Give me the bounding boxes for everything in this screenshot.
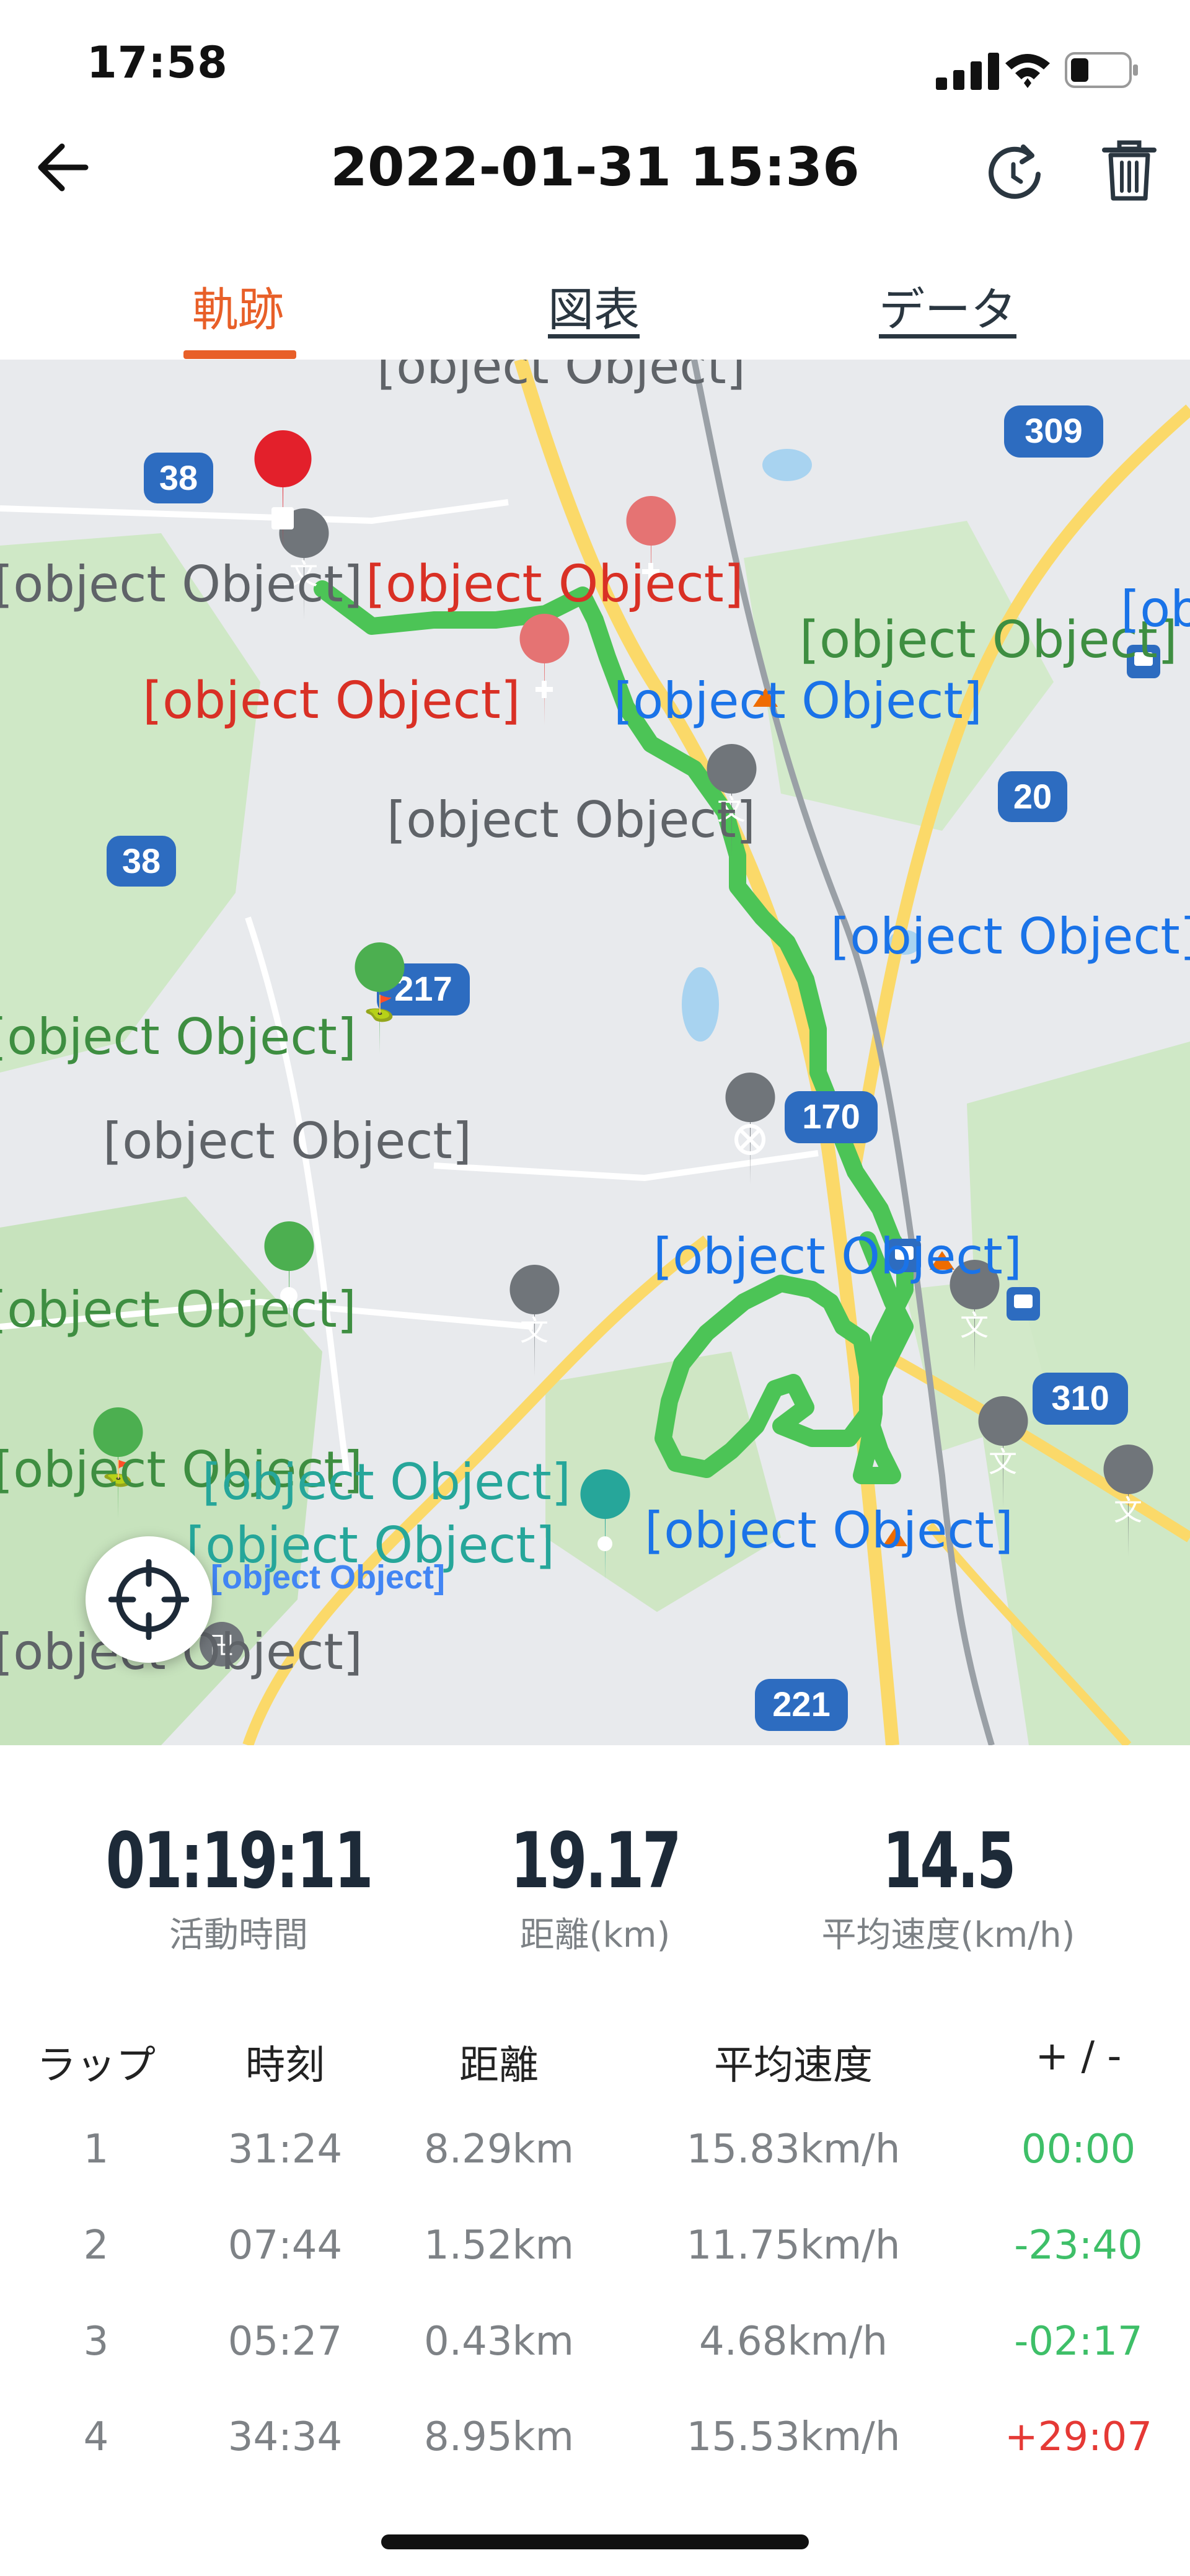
- map-label: [object Object]: [202, 1453, 571, 1511]
- tab-bar: 軌跡 図表 データ: [0, 260, 1190, 360]
- lap-diff: 00:00: [1021, 2127, 1136, 2172]
- locate-button[interactable]: [86, 1536, 212, 1663]
- route-shield: 221: [755, 1679, 848, 1731]
- route-map[interactable]: 38 309 20 38 217 170 310 221 文 文 文 文 文 文…: [0, 360, 1190, 1745]
- table-row: 2 07:44 1.52km 11.75km/h -23:40: [0, 2210, 1190, 2285]
- map-label: [object Object]: [211, 1559, 445, 1596]
- header-lap: ラップ: [37, 2043, 156, 2089]
- lap-time: 31:24: [227, 2127, 343, 2172]
- table-row: 4 34:34 8.95km 15.53km/h +29:07: [0, 2402, 1190, 2476]
- stat-value: 19.17: [510, 1817, 682, 1906]
- train-station-icon: [1007, 1287, 1040, 1321]
- map-label: [object Object]: [0, 1281, 356, 1339]
- map-label: [object Object]: [103, 1112, 472, 1170]
- map-label: [object Object]: [645, 1502, 1013, 1559]
- map-canvas: 38 309 20 38 217 170 310 221 文 文 文 文 文 文…: [0, 360, 1190, 1745]
- map-label: [object Object]: [387, 791, 756, 849]
- map-label: [object Object]: [614, 672, 982, 730]
- map-label: [object Object]: [831, 908, 1190, 965]
- svg-text:20: 20: [1013, 777, 1052, 816]
- stat-active-time: 01:19:11 活動時間: [40, 1817, 437, 1957]
- status-time: 17:58: [87, 37, 228, 88]
- svg-text:⛳: ⛳: [364, 994, 395, 1023]
- trash-icon[interactable]: [1098, 136, 1160, 205]
- svg-text:38: 38: [122, 841, 161, 880]
- map-label: [object Object]: [143, 671, 521, 730]
- stat-average-speed: 14.5 平均速度(km/h): [750, 1817, 1147, 1957]
- svg-text:221: 221: [772, 1684, 830, 1724]
- lap-distance: 8.29km: [424, 2127, 574, 2172]
- stat-label: 平均速度(km/h): [821, 1915, 1075, 1955]
- lap-distance: 8.95km: [424, 2414, 574, 2460]
- map-label: [object Object]: [653, 1228, 1022, 1285]
- lap-distance: 0.43km: [424, 2319, 574, 2365]
- lap-number: 1: [83, 2127, 109, 2172]
- svg-text:文: 文: [960, 1309, 989, 1342]
- map-label: [object Object]: [0, 1008, 356, 1066]
- lap-distance: 1.52km: [424, 2223, 574, 2268]
- header-time: 時刻: [245, 2043, 325, 2089]
- battery-icon: [1065, 52, 1138, 88]
- tab-track[interactable]: 軌跡: [192, 273, 284, 339]
- status-bar: 17:58: [0, 0, 1190, 118]
- home-indicator[interactable]: [381, 2534, 809, 2549]
- lap-diff: -23:40: [1014, 2223, 1143, 2268]
- route-shield: 309: [1004, 405, 1103, 458]
- table-row: 3 05:27 0.43km 4.68km/h -02:17: [0, 2306, 1190, 2381]
- lap-speed: 15.53km/h: [686, 2414, 901, 2460]
- route-shield: 38: [144, 453, 213, 503]
- map-label: [object Object]: [1121, 580, 1190, 638]
- stat-distance: 19.17 距離(km): [397, 1817, 793, 1957]
- route-shield: 170: [785, 1091, 878, 1143]
- header-diff: + / -: [1035, 2034, 1122, 2079]
- table-row: 1 31:24 8.29km 15.83km/h 00:00: [0, 2114, 1190, 2189]
- lap-diff: -02:17: [1014, 2319, 1143, 2365]
- lap-speed: 15.83km/h: [686, 2127, 901, 2172]
- route-shield: 310: [1033, 1373, 1128, 1425]
- svg-text:文: 文: [1114, 1494, 1142, 1527]
- lap-time: 07:44: [227, 2223, 343, 2268]
- lap-number: 3: [83, 2319, 109, 2365]
- svg-text:38: 38: [159, 458, 198, 497]
- tab-chart[interactable]: 図表: [548, 273, 640, 339]
- stat-value: 14.5: [882, 1817, 1016, 1906]
- route-shield: 38: [107, 836, 176, 887]
- header-speed: 平均速度: [714, 2043, 873, 2089]
- svg-text:文: 文: [989, 1445, 1017, 1479]
- lap-speed: 4.68km/h: [699, 2319, 888, 2365]
- header-distance: 距離: [459, 2043, 539, 2089]
- refresh-icon[interactable]: [982, 139, 1047, 205]
- lap-number: 2: [83, 2223, 109, 2268]
- lap-number: 4: [83, 2414, 109, 2460]
- route-shield: 20: [998, 771, 1067, 822]
- svg-text:310: 310: [1051, 1378, 1109, 1417]
- stat-label: 距離(km): [519, 1915, 671, 1955]
- cellular-signal-icon: [936, 53, 999, 90]
- active-tab-indicator: [183, 350, 296, 359]
- svg-text:309: 309: [1025, 411, 1082, 450]
- tab-data[interactable]: データ: [879, 273, 1016, 339]
- svg-text:170: 170: [802, 1097, 860, 1136]
- lap-speed: 11.75km/h: [686, 2223, 901, 2268]
- table-header: ラップ 時刻 距離 平均速度 + / -: [0, 2021, 1190, 2096]
- crosshair-icon: [108, 1559, 189, 1640]
- lap-time: 05:27: [227, 2319, 343, 2365]
- svg-text:文: 文: [520, 1314, 549, 1347]
- map-label: [object Object]: [366, 555, 744, 614]
- summary-stats: 01:19:11 活動時間 19.17 距離(km) 14.5 平均速度(km/…: [0, 1817, 1190, 1990]
- map-label: [object Object]: [377, 360, 746, 395]
- wifi-icon: [1005, 54, 1050, 88]
- stat-value: 01:19:11: [105, 1817, 374, 1906]
- map-label: [object Object]: [0, 555, 363, 613]
- lap-time: 34:34: [227, 2414, 343, 2460]
- stat-label: 活動時間: [169, 1915, 308, 1955]
- top-app-bar: 2022-01-31 15:36: [0, 118, 1190, 217]
- lap-diff: +29:07: [1004, 2414, 1153, 2460]
